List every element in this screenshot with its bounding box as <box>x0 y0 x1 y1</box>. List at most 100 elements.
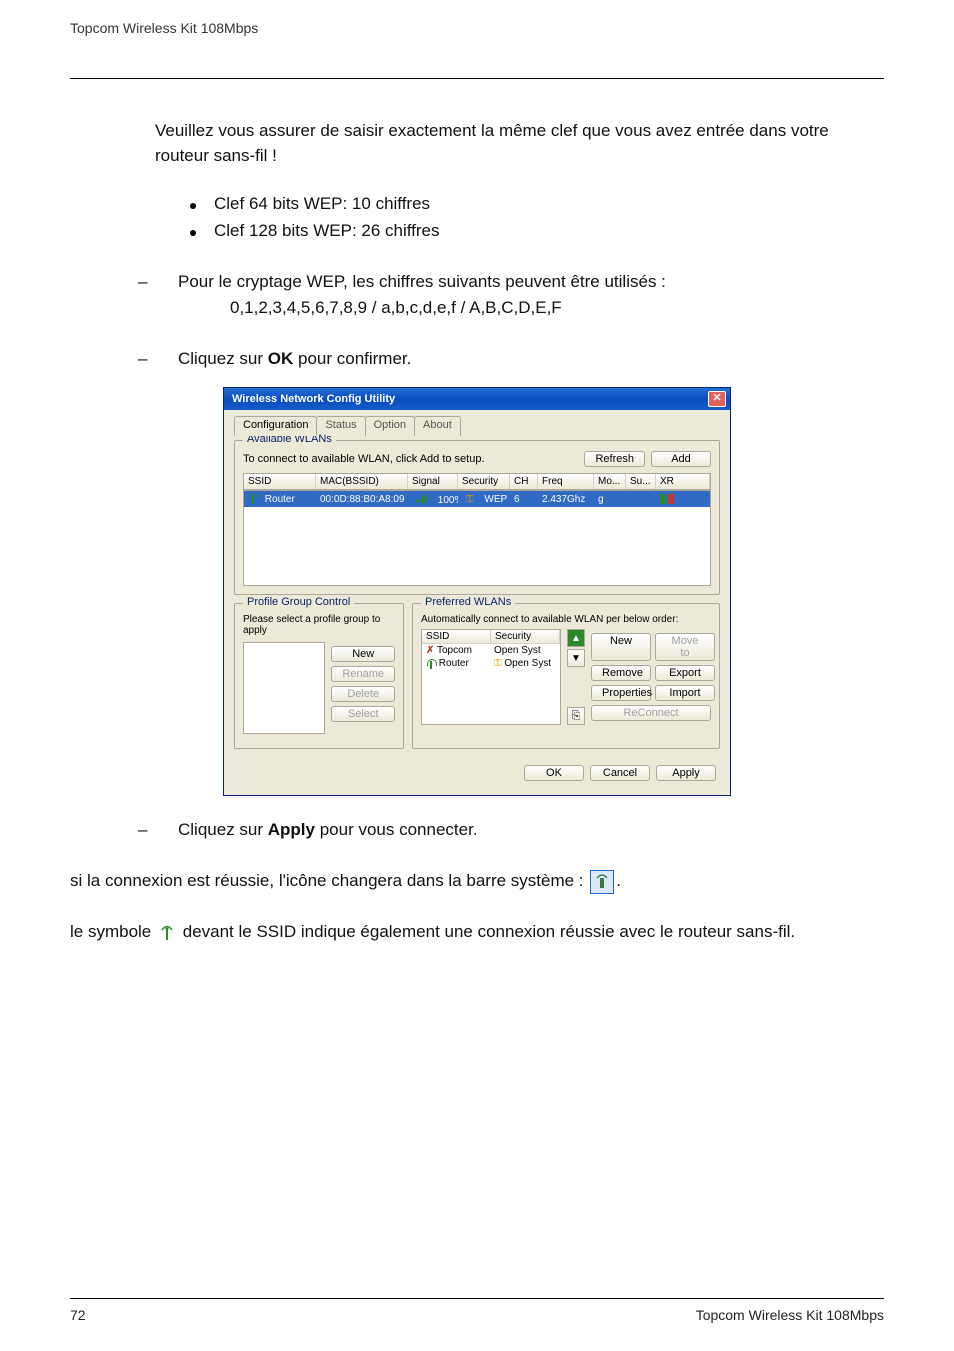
add-button[interactable]: Add <box>651 451 711 467</box>
intro-paragraph: Veuillez vous assurer de saisir exacteme… <box>155 119 884 168</box>
window-titlebar: Wireless Network Config Utility ✕ <box>224 388 730 410</box>
cancel-button[interactable]: Cancel <box>590 765 650 781</box>
ok-suffix: pour confirmer. <box>293 349 411 368</box>
pref-import-button[interactable]: Import <box>655 685 715 701</box>
apply-suffix: pour vous connecter. <box>315 820 478 839</box>
preferred-row-topcom[interactable]: ✗ Topcom Open Syst <box>422 644 560 657</box>
antenna-icon <box>426 659 436 669</box>
pref-reconnect-button[interactable]: ReConnect <box>591 705 711 721</box>
profile-rename-button[interactable]: Rename <box>331 666 395 682</box>
xr-bar-2 <box>668 494 674 504</box>
col-signal[interactable]: Signal <box>408 474 458 489</box>
apply-button[interactable]: Apply <box>656 765 716 781</box>
ok-prefix: Cliquez sur <box>178 349 268 368</box>
pref-col-ssid[interactable]: SSID <box>422 630 491 643</box>
available-wlans-group: Available WLANs To connect to available … <box>234 440 720 595</box>
apply-bold: Apply <box>268 820 315 839</box>
move-up-button[interactable]: ▲ <box>567 629 585 647</box>
apply-prefix: Cliquez sur <box>178 820 268 839</box>
col-su[interactable]: Su... <box>626 474 656 489</box>
profile-group: Profile Group Control Please select a pr… <box>234 603 404 749</box>
tab-configuration[interactable]: Configuration <box>234 416 317 436</box>
row-mac: 00:0D:88:B0:A8:09 <box>316 494 408 505</box>
xr-bar-1 <box>660 494 666 504</box>
preferred-list[interactable]: SSID Security ✗ Topcom Open Syst <box>421 629 561 725</box>
row-security: WEP <box>480 494 510 505</box>
tab-option[interactable]: Option <box>365 416 415 436</box>
row-freq: 2.437Ghz <box>538 494 594 505</box>
symbol-suffix: devant le SSID indique également une con… <box>183 922 795 941</box>
preferred-hint: Automatically connect to available WLAN … <box>421 614 711 625</box>
refresh-button[interactable]: Refresh <box>584 451 645 467</box>
available-columns: SSID MAC(BSSID) Signal Security CH Freq … <box>243 473 711 490</box>
pref-properties-button[interactable]: Properties <box>591 685 651 701</box>
page-number: 72 <box>70 1307 86 1323</box>
apply-line: – Cliquez sur Apply pour vous connecter. <box>138 818 884 843</box>
disconnect-button[interactable]: ⎘ <box>567 707 585 725</box>
pref-moveto-button[interactable]: Move to <box>655 633 715 661</box>
header-rule <box>70 78 884 79</box>
pref-r2-sec: Open Syst <box>504 658 551 669</box>
col-security[interactable]: Security <box>458 474 510 489</box>
col-xr[interactable]: XR <box>656 474 710 489</box>
row-signal: 100% <box>434 495 458 506</box>
col-ssid[interactable]: SSID <box>244 474 316 489</box>
preferred-row-router[interactable]: Router ⚿ Open Syst <box>422 657 560 670</box>
available-hint: To connect to available WLAN, click Add … <box>243 453 485 465</box>
tray-line: si la connexion est réussie, l'icône cha… <box>70 869 884 894</box>
available-row-router[interactable]: Router 00:0D:88:B0:A8:09 100% ⚿ WEP 6 2.… <box>244 491 710 507</box>
header-title: Topcom Wireless Kit 108Mbps <box>70 20 884 38</box>
pref-col-security[interactable]: Security <box>491 630 560 643</box>
profile-select-button[interactable]: Select <box>331 706 395 722</box>
wep-text: Pour le cryptage WEP, les chiffres suiva… <box>178 270 666 295</box>
bullet-2: Clef 128 bits WEP: 26 chiffres <box>214 219 440 244</box>
antenna-icon-inline <box>160 924 174 940</box>
key-bullets: Clef 64 bits WEP: 10 chiffres Clef 128 b… <box>190 192 884 243</box>
col-ch[interactable]: CH <box>510 474 538 489</box>
row-ch: 6 <box>510 494 538 505</box>
preferred-legend: Preferred WLANs <box>421 596 515 608</box>
row-mode: g <box>594 494 626 505</box>
move-down-button[interactable]: ▼ <box>567 649 585 667</box>
pref-r2-ssid: Router <box>439 658 469 669</box>
x-icon: ✗ <box>426 645 434 656</box>
profile-legend: Profile Group Control <box>243 596 354 608</box>
bullet-icon <box>190 203 196 209</box>
preferred-group: Preferred WLANs Automatically connect to… <box>412 603 720 749</box>
pref-remove-button[interactable]: Remove <box>591 665 651 681</box>
wep-chars: 0,1,2,3,4,5,6,7,8,9 / a,b,c,d,e,f / A,B,… <box>230 296 884 321</box>
profile-hint: Please select a profile group to apply <box>243 614 395 636</box>
col-mac[interactable]: MAC(BSSID) <box>316 474 408 489</box>
profile-delete-button[interactable]: Delete <box>331 686 395 702</box>
footer-rule <box>70 1298 884 1299</box>
dash-icon: – <box>138 270 152 295</box>
config-window: Wireless Network Config Utility ✕ Config… <box>223 387 731 796</box>
ok-line: – Cliquez sur OK pour confirmer. <box>138 347 884 372</box>
ok-button[interactable]: OK <box>524 765 584 781</box>
profile-new-button[interactable]: New <box>331 646 395 662</box>
tab-about[interactable]: About <box>414 416 461 436</box>
pref-new-button[interactable]: New <box>591 633 651 661</box>
tray-text: si la connexion est réussie, l'icône cha… <box>70 871 588 890</box>
antenna-icon <box>248 494 258 504</box>
key-icon: ⚿ <box>494 658 502 669</box>
key-icon: ⚿ <box>462 494 478 505</box>
col-mode[interactable]: Mo... <box>594 474 626 489</box>
bullet-1: Clef 64 bits WEP: 10 chiffres <box>214 192 430 217</box>
dash-icon: – <box>138 818 152 843</box>
bullet-icon <box>190 230 196 236</box>
tray-icon <box>590 870 614 894</box>
footer-brand: Topcom Wireless Kit 108Mbps <box>696 1307 884 1323</box>
pref-export-button[interactable]: Export <box>655 665 715 681</box>
row-ssid: Router <box>261 494 299 505</box>
col-freq[interactable]: Freq <box>538 474 594 489</box>
symbol-line: le symbole devant le SSID indique égalem… <box>70 920 884 945</box>
profile-list[interactable] <box>243 642 325 734</box>
wep-line: – Pour le cryptage WEP, les chiffres sui… <box>138 270 884 295</box>
symbol-prefix: le symbole <box>70 922 151 941</box>
close-button[interactable]: ✕ <box>708 391 726 407</box>
window-title: Wireless Network Config Utility <box>232 393 395 405</box>
available-list[interactable]: Router 00:0D:88:B0:A8:09 100% ⚿ WEP 6 2.… <box>243 490 711 586</box>
signal-icon <box>412 493 431 503</box>
ok-bold: OK <box>268 349 294 368</box>
